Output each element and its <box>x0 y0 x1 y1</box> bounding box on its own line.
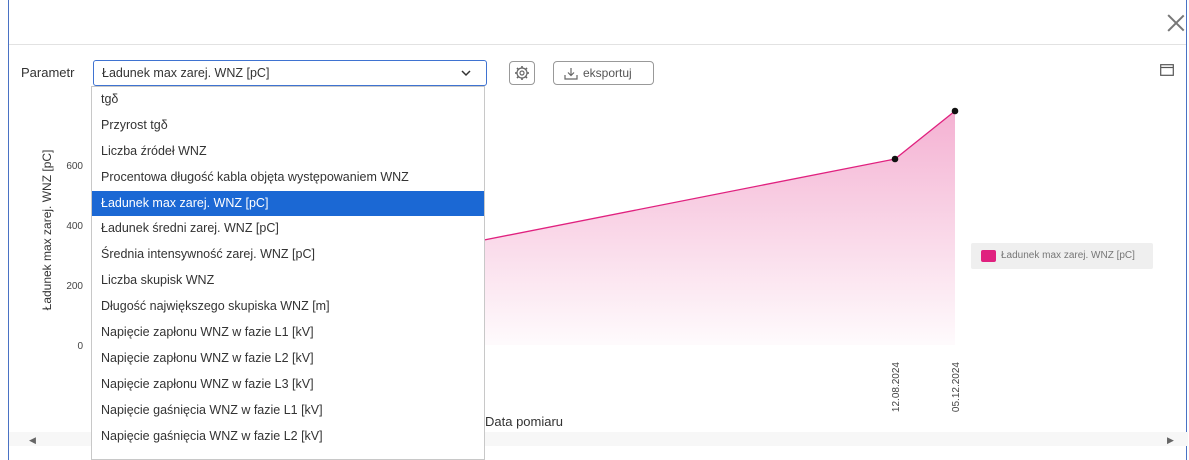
dropdown-option[interactable]: Średnia intensywność zarej. WNZ [pC] <box>92 242 484 268</box>
dropdown-option[interactable]: Napięcie zapłonu WNZ w fazie L1 [kV] <box>92 320 484 346</box>
dropdown-option[interactable]: tgδ <box>92 87 484 113</box>
close-icon[interactable] <box>1167 14 1185 32</box>
series-area <box>479 111 955 345</box>
x-tick-label: 12.08.2024 <box>891 362 902 412</box>
scroll-right-arrow-icon[interactable]: ▶ <box>1167 435 1174 446</box>
chart-dialog: Parametr Ładunek max zarej. WNZ [pC] eks… <box>8 0 1188 460</box>
y-tick-label: 200 <box>66 281 83 292</box>
export-label: eksportuj <box>583 66 632 80</box>
parameter-dropdown-list[interactable]: tgδ Przyrost tgδ Liczba źródeł WNZ Procento… <box>91 86 485 460</box>
gear-icon <box>515 66 529 80</box>
dropdown-option[interactable]: Ładunek średni zarej. WNZ [pC] <box>92 216 484 242</box>
dropdown-option[interactable]: Napięcie gaśnięcia WNZ w fazie L2 [kV] <box>92 424 484 450</box>
dialog-header <box>9 0 1186 45</box>
download-icon <box>564 68 578 80</box>
scroll-left-arrow-icon[interactable]: ◀ <box>29 435 36 446</box>
settings-button[interactable] <box>509 61 535 85</box>
y-tick-label: 0 <box>77 341 83 352</box>
data-point <box>891 155 899 163</box>
y-tick-label: 600 <box>66 161 83 172</box>
dropdown-option[interactable]: Napięcie zapłonu WNZ w fazie L3 [kV] <box>92 372 484 398</box>
export-button[interactable]: eksportuj <box>553 61 654 85</box>
chart-legend[interactable]: Ładunek max zarej. WNZ [pC] <box>971 243 1153 269</box>
dropdown-option[interactable]: Napięcie zapłonu WNZ w fazie L2 [kV] <box>92 346 484 372</box>
dropdown-option[interactable]: Ładunek max zarej. WNZ [pC] <box>92 190 484 217</box>
x-axis-title: Data pomiaru <box>485 414 563 429</box>
parameter-select-value: Ładunek max zarej. WNZ [pC] <box>102 66 270 80</box>
dropdown-option[interactable]: Liczba źródeł WNZ <box>92 139 484 165</box>
dropdown-option[interactable]: Długość największego skupiska WNZ [m] <box>92 294 484 320</box>
x-tick-label: 05.12.2024 <box>951 362 962 412</box>
legend-label: Ładunek max zarej. WNZ [pC] <box>1001 250 1135 261</box>
chevron-down-icon <box>461 70 471 77</box>
parameter-label: Parametr <box>21 65 75 80</box>
legend-swatch <box>981 250 996 262</box>
parameter-select[interactable]: Ładunek max zarej. WNZ [pC] <box>93 60 487 86</box>
y-tick-label: 400 <box>66 221 83 232</box>
dropdown-option[interactable]: Procentowa długość kabla objęta występow… <box>92 165 484 191</box>
dropdown-option[interactable]: Przyrost tgδ <box>92 113 484 139</box>
y-axis-title: Ładunek max zarej. WNZ [pC] <box>40 150 54 311</box>
dropdown-option[interactable]: Liczba skupisk WNZ <box>92 268 484 294</box>
window-icon[interactable] <box>1160 64 1174 76</box>
dropdown-option[interactable]: Napięcie gaśnięcia WNZ w fazie L1 [kV] <box>92 398 484 424</box>
data-point <box>951 107 959 115</box>
